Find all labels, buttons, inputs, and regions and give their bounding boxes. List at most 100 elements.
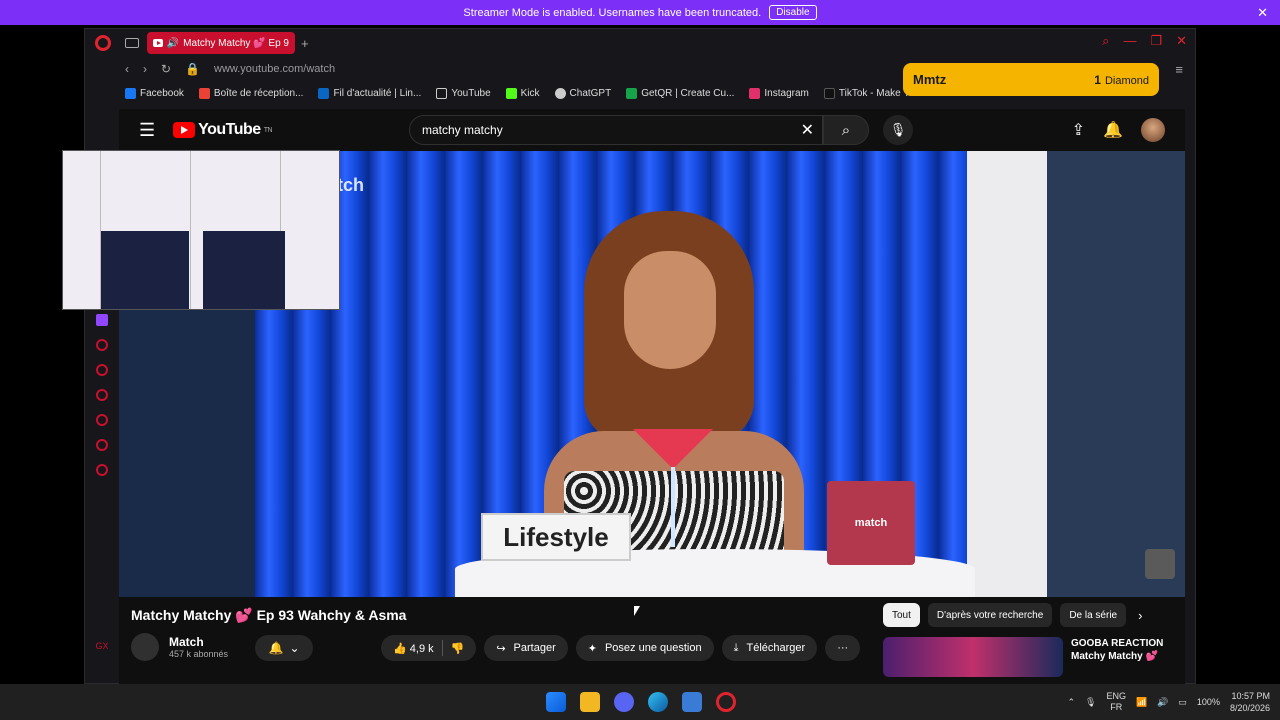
download-icon: ⤓ xyxy=(733,641,739,654)
channel-avatar[interactable] xyxy=(131,633,159,661)
browser-window: 🔊 Matchy Matchy 💕 Ep 9 + ⌕ — ❐ ✕ ‹ › ↻ 🔒… xyxy=(84,28,1196,685)
taskbar: ⌃ 🎙 ENG FR 📶 🔊 ▭ 100% 10:57 PM 8/20/2026 xyxy=(0,684,1280,720)
microphone-tray-icon[interactable]: 🎙 xyxy=(1085,697,1096,708)
youtube-logo[interactable]: YouTube TN xyxy=(173,121,273,139)
bookmark-label: ChatGPT xyxy=(569,87,612,99)
gift-name: Diamond xyxy=(1104,74,1149,87)
forward-icon[interactable]: › xyxy=(143,62,147,76)
edge-icon[interactable] xyxy=(648,692,668,712)
gift-count: 1 xyxy=(1094,72,1101,87)
discord-icon[interactable] xyxy=(614,692,634,712)
gifter-name: Mmtz xyxy=(913,72,947,87)
dislike-button[interactable]: 👎 xyxy=(451,642,465,655)
notifications-icon[interactable]: 🔔 xyxy=(1103,120,1123,140)
system-tray: ⌃ 🎙 ENG FR 📶 🔊 ▭ 100% 10:57 PM 8/20/2026 xyxy=(1067,690,1270,714)
clock[interactable]: 10:57 PM 8/20/2026 xyxy=(1230,690,1270,714)
search-input[interactable]: matchy matchy ✕ xyxy=(409,115,823,145)
tab-youtube[interactable]: 🔊 Matchy Matchy 💕 Ep 9 xyxy=(147,32,295,54)
banner-close-icon[interactable]: ✕ xyxy=(1257,5,1268,21)
channel-name[interactable]: Match xyxy=(169,635,228,649)
match-box: match xyxy=(827,481,915,565)
chip-all[interactable]: Tout xyxy=(883,603,920,627)
tab-islands-icon[interactable] xyxy=(125,38,139,48)
bookmark-item[interactable]: ChatGPT xyxy=(554,87,612,99)
battery-percent: 100% xyxy=(1196,697,1220,707)
webcam-overlay xyxy=(62,150,340,310)
download-button[interactable]: ⤓ Télécharger xyxy=(721,635,818,661)
disable-button[interactable]: Disable xyxy=(769,5,817,20)
close-window-icon[interactable]: ✕ xyxy=(1176,33,1187,49)
avatar[interactable] xyxy=(1141,118,1165,142)
minimize-icon[interactable]: — xyxy=(1123,33,1136,49)
youtube-favicon-icon xyxy=(153,39,163,47)
upload-icon[interactable]: ⇪ xyxy=(1072,120,1085,140)
settings-icon[interactable] xyxy=(96,464,108,476)
facebook-icon xyxy=(125,87,136,99)
extensions-icon[interactable] xyxy=(96,439,108,451)
mouse-cursor-icon xyxy=(634,606,640,616)
like-count: 4,9 k xyxy=(409,642,434,655)
voice-search-button[interactable]: 🎙 xyxy=(883,115,913,145)
back-icon[interactable]: ‹ xyxy=(125,62,129,76)
youtube-header: ☰ YouTube TN matchy matchy ✕ ⌕ 🎙 ⇪ 🔔 xyxy=(119,109,1185,151)
search-tabs-icon[interactable]: ⌕ xyxy=(1102,33,1109,49)
clear-search-icon[interactable]: ✕ xyxy=(801,120,814,140)
language-indicator[interactable]: ENG FR xyxy=(1106,691,1126,713)
tab-bar: 🔊 Matchy Matchy 💕 Ep 9 + ⌕ — ❐ ✕ xyxy=(85,29,1195,57)
chevron-up-icon[interactable]: ⌃ xyxy=(1067,697,1075,708)
speaker-icon[interactable]: 🔊 xyxy=(167,38,179,49)
maximize-icon[interactable]: ❐ xyxy=(1150,33,1162,49)
download-label: Télécharger xyxy=(746,642,806,654)
opera-logo-icon[interactable] xyxy=(95,35,111,51)
more-actions-button[interactable]: ··· xyxy=(825,635,861,661)
menu-icon[interactable]: ≡ xyxy=(1175,62,1183,77)
share-button[interactable]: ↪ Partager xyxy=(484,635,568,661)
player-icon[interactable] xyxy=(96,389,108,401)
like-button[interactable]: 👍 4,9 k xyxy=(393,642,434,655)
header-actions: ⇪ 🔔 xyxy=(1072,118,1165,142)
search-button[interactable]: ⌕ xyxy=(823,115,869,145)
channel-watermark-icon[interactable] xyxy=(1145,549,1175,579)
bookmark-item[interactable]: Boîte de réception... xyxy=(198,87,303,99)
bookmark-item[interactable]: YouTube xyxy=(436,87,491,99)
new-tab-button[interactable]: + xyxy=(301,36,309,51)
discount-icon[interactable] xyxy=(96,339,108,351)
twitch-icon[interactable] xyxy=(96,314,108,326)
gx-label[interactable]: GX xyxy=(85,641,119,651)
wifi-icon[interactable]: 📶 xyxy=(1136,697,1147,708)
chevron-right-icon[interactable]: › xyxy=(1138,608,1142,623)
bookmark-item[interactable]: Facebook xyxy=(125,87,184,99)
recommendation-chips: Tout D'après votre recherche De la série… xyxy=(883,603,1142,627)
bookmark-item[interactable]: Instagram xyxy=(749,87,809,99)
like-dislike-group: 👍 4,9 k 👎 xyxy=(381,635,477,661)
mail-icon[interactable] xyxy=(682,692,702,712)
battery-icon[interactable]: ▭ xyxy=(1178,697,1187,708)
chip-series[interactable]: De la série xyxy=(1060,603,1127,627)
ask-question-button[interactable]: ✦ Posez une question xyxy=(575,635,714,661)
instagram-icon xyxy=(749,87,761,99)
bookmark-item[interactable]: Fil d'actualité | Lin... xyxy=(318,87,421,99)
video-side-panel xyxy=(1047,151,1185,597)
video-watermark: tch xyxy=(337,175,364,195)
chip-search[interactable]: D'après votre recherche xyxy=(927,603,1053,627)
url-field[interactable]: www.youtube.com/watch xyxy=(214,63,335,75)
file-explorer-icon[interactable] xyxy=(580,692,600,712)
youtube-logo-text: YouTube xyxy=(198,121,261,138)
banner-message: Streamer Mode is enabled. Usernames have… xyxy=(463,6,762,19)
volume-icon[interactable]: 🔊 xyxy=(1157,697,1168,708)
bookmark-item[interactable]: GetQR | Create Cu... xyxy=(626,87,734,99)
reload-icon[interactable]: ↻ xyxy=(161,62,171,76)
search-icon: ⌕ xyxy=(841,121,851,139)
hamburger-menu-icon[interactable]: ☰ xyxy=(139,120,155,141)
bookmark-item[interactable]: Kick xyxy=(505,87,540,99)
youtube-sidebar-icon[interactable] xyxy=(96,364,108,376)
recommendation-item[interactable]: GOOBA REACTION Matchy Matchy 💕 xyxy=(883,637,1163,677)
channel-subscribers: 457 k abonnés xyxy=(169,649,229,659)
bookmark-label: Instagram xyxy=(764,87,809,99)
subscribe-bell-button[interactable]: 🔔 ⌄ xyxy=(255,635,313,661)
video-actions: 👍 4,9 k 👎 ↪ Partager ✦ Posez une question … xyxy=(381,635,861,661)
history-icon[interactable] xyxy=(96,414,108,426)
opera-gx-taskbar-icon[interactable] xyxy=(716,692,736,712)
recommendation-thumbnail[interactable] xyxy=(883,637,1063,677)
windows-start-icon[interactable] xyxy=(546,692,566,712)
